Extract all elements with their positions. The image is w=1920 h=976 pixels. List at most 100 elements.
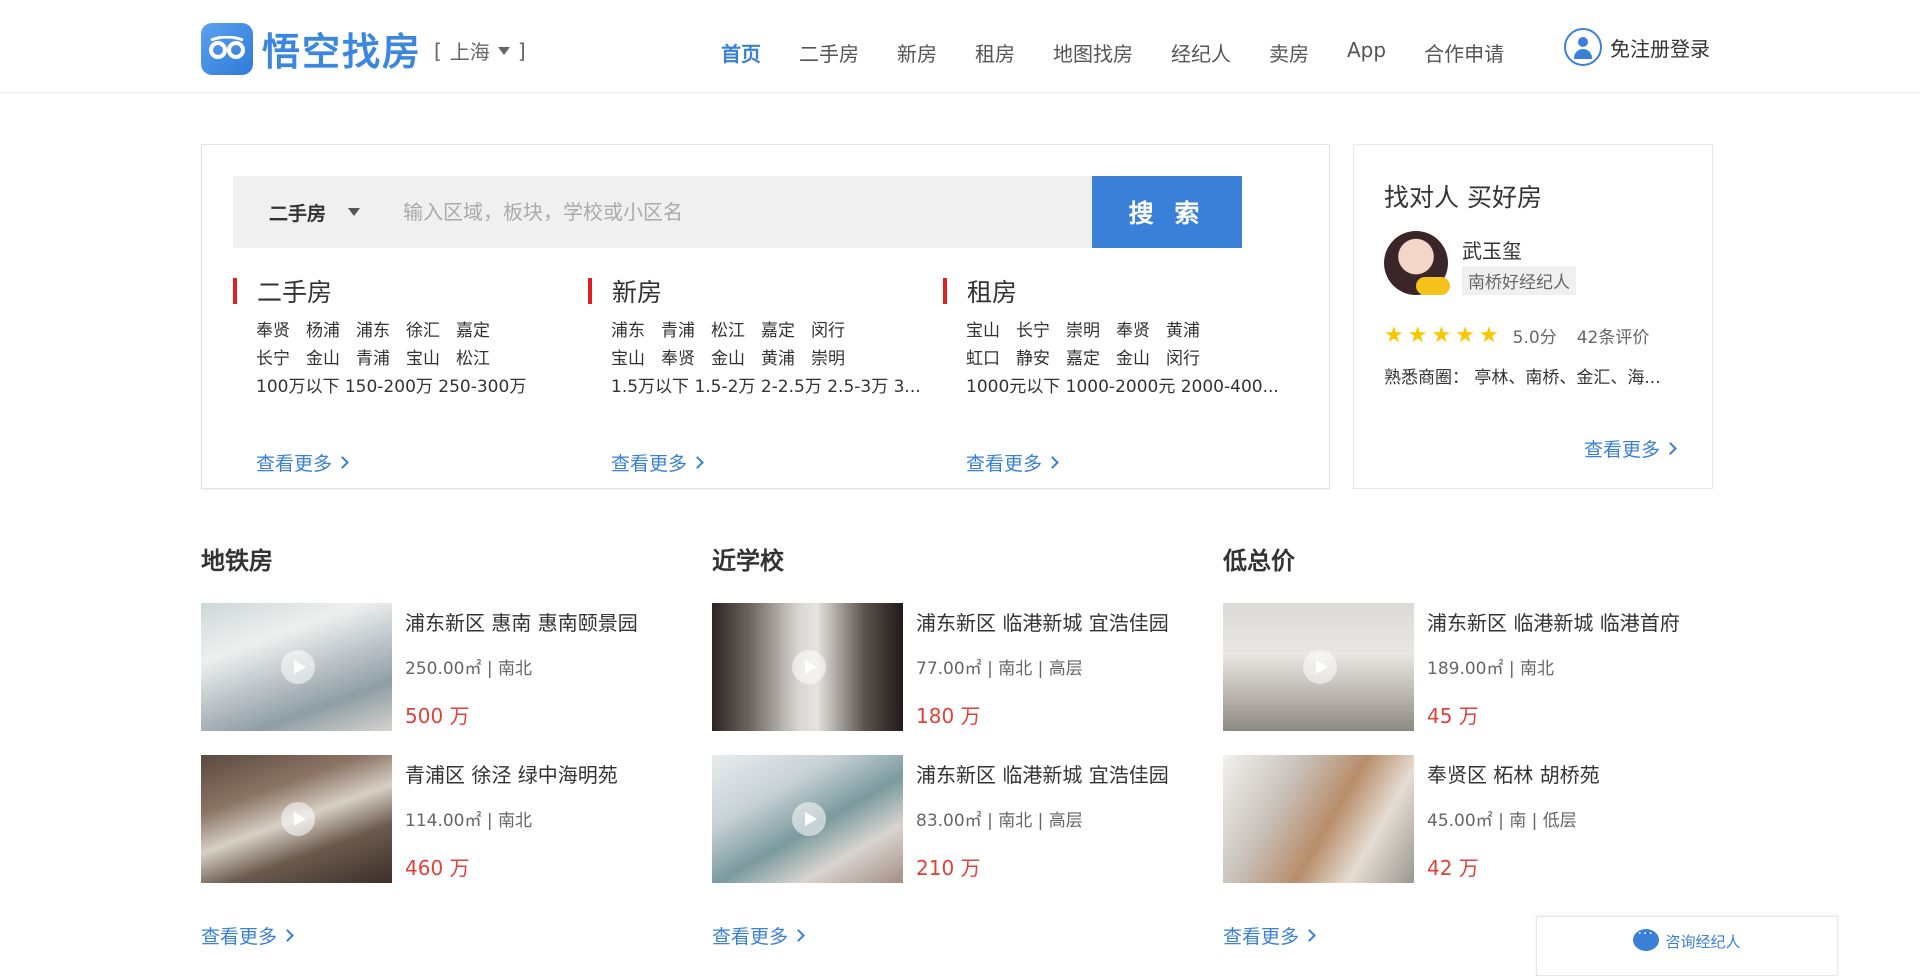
star-icon: ★ xyxy=(1407,322,1428,348)
more-label: 查看更多 xyxy=(1223,926,1300,948)
district-link[interactable]: 静安 xyxy=(1016,349,1050,369)
listing-card[interactable]: 青浦区 徐泾 绿中海明苑 114.00㎡ | 南北 460 万 xyxy=(201,755,681,883)
play-icon[interactable] xyxy=(792,650,826,684)
consult-agent-button[interactable]: 咨询经纪人 xyxy=(1536,916,1838,976)
nav-rent[interactable]: 租房 xyxy=(975,38,1015,67)
listing-title[interactable]: 奉贤区 柘林 胡桥苑 xyxy=(1427,759,1600,788)
listing-photo[interactable] xyxy=(712,603,903,731)
district-link[interactable]: 松江 xyxy=(456,349,490,369)
district-link[interactable]: 金山 xyxy=(306,349,340,369)
listing-card[interactable]: 浦东新区 临港新城 宜浩佳园 77.00㎡ | 南北 | 高层 180 万 xyxy=(712,603,1192,731)
listing-title[interactable]: 浦东新区 惠南 惠南颐景园 xyxy=(405,607,638,636)
district-link[interactable]: 奉贤 xyxy=(256,321,290,341)
site-logo[interactable]: 悟空找房 xyxy=(201,21,422,76)
listing-title[interactable]: 浦东新区 临港新城 宜浩佳园 xyxy=(916,759,1169,788)
district-link[interactable]: 崇明 xyxy=(811,349,845,369)
more-link[interactable]: 查看更多 xyxy=(1223,922,1316,949)
play-icon[interactable] xyxy=(281,802,315,836)
user-icon xyxy=(1564,28,1602,66)
nav-map-search[interactable]: 地图找房 xyxy=(1053,38,1133,67)
search-type-dropdown[interactable]: 二手房 xyxy=(233,176,373,248)
listing-price: 500 万 xyxy=(405,704,470,728)
district-link[interactable]: 宝山 xyxy=(406,349,440,369)
price-range-links[interactable]: 1000元以下 1000-2000元 2000-400... xyxy=(966,373,1296,401)
district-link[interactable]: 嘉定 xyxy=(1066,349,1100,369)
district-link[interactable]: 长宁 xyxy=(256,349,290,369)
district-link[interactable]: 崇明 xyxy=(1066,321,1100,341)
district-link[interactable]: 杨浦 xyxy=(306,321,340,341)
district-link[interactable]: 青浦 xyxy=(356,349,390,369)
nav-partnership[interactable]: 合作申请 xyxy=(1424,38,1504,67)
listing-card[interactable]: 奉贤区 柘林 胡桥苑 45.00㎡ | 南 | 低层 42 万 xyxy=(1223,755,1703,883)
listing-photo[interactable] xyxy=(201,603,392,731)
district-link[interactable]: 闵行 xyxy=(811,321,845,341)
nav-second-hand[interactable]: 二手房 xyxy=(799,38,859,67)
district-link[interactable]: 宝山 xyxy=(611,349,645,369)
district-link[interactable]: 奉贤 xyxy=(661,349,695,369)
listing-title[interactable]: 浦东新区 临港新城 临港首府 xyxy=(1427,607,1680,636)
listing-title[interactable]: 浦东新区 临港新城 宜浩佳园 xyxy=(916,607,1169,636)
play-icon[interactable] xyxy=(281,650,315,684)
category-title-link[interactable]: 二手房 xyxy=(257,273,332,309)
listing-photo[interactable] xyxy=(712,755,903,883)
nav-new-homes[interactable]: 新房 xyxy=(897,38,937,67)
more-link[interactable]: 查看更多 xyxy=(712,922,805,949)
category-marker xyxy=(588,278,592,304)
district-link[interactable]: 嘉定 xyxy=(456,321,490,341)
search-bar: 二手房 搜 索 xyxy=(233,176,1242,248)
star-icon: ★ xyxy=(1478,322,1499,348)
more-link[interactable]: 查看更多 xyxy=(201,922,294,949)
play-icon[interactable] xyxy=(1303,650,1337,684)
district-link[interactable]: 宝山 xyxy=(966,321,1000,341)
district-link[interactable]: 虹口 xyxy=(966,349,1000,369)
agent-reviews[interactable]: 42条评价 xyxy=(1577,323,1650,348)
district-link[interactable]: 长宁 xyxy=(1016,321,1050,341)
category-title-link[interactable]: 租房 xyxy=(967,273,1017,309)
listing-photo[interactable] xyxy=(201,755,392,883)
search-input[interactable] xyxy=(373,176,1092,248)
listing-card[interactable]: 浦东新区 临港新城 临港首府 189.00㎡ | 南北 45 万 xyxy=(1223,603,1703,731)
price-range-links[interactable]: 100万以下 150-200万 250-300万 xyxy=(256,373,586,401)
more-link[interactable]: 查看更多 xyxy=(256,449,349,476)
category-links: 奉贤 杨浦 浦东 徐汇 嘉定 长宁 金山 青浦 宝山 松江 100万以下 150-200万 25… xyxy=(256,317,583,401)
district-link[interactable]: 奉贤 xyxy=(1116,321,1150,341)
search-button[interactable]: 搜 索 xyxy=(1092,176,1242,248)
agent-name[interactable]: 武玉玺 xyxy=(1462,235,1522,264)
district-link[interactable]: 松江 xyxy=(711,321,745,341)
listing-card[interactable]: 浦东新区 临港新城 宜浩佳园 83.00㎡ | 南北 | 高层 210 万 xyxy=(712,755,1192,883)
agent-more-link[interactable]: 查看更多 xyxy=(1584,435,1677,462)
district-link[interactable]: 黄浦 xyxy=(761,349,795,369)
caret-down-icon xyxy=(497,46,510,55)
listing-price: 460 万 xyxy=(405,856,470,880)
more-link[interactable]: 查看更多 xyxy=(966,449,1059,476)
nav-agents[interactable]: 经纪人 xyxy=(1171,38,1231,67)
district-link[interactable]: 金山 xyxy=(1116,349,1150,369)
category-second-hand: 二手房 奉贤 杨浦 浦东 徐汇 嘉定 长宁 金山 青浦 宝山 松江 100万以下 150-200… xyxy=(233,273,583,475)
category-title-link[interactable]: 新房 xyxy=(612,273,662,309)
login-button[interactable]: 免注册登录 xyxy=(1564,28,1710,66)
nav-app[interactable]: App xyxy=(1347,38,1386,67)
city-selector[interactable]: [ 上海 ] xyxy=(434,36,526,65)
listing-card[interactable]: 浦东新区 惠南 惠南颐景园 250.00㎡ | 南北 500 万 xyxy=(201,603,681,731)
site-header: 悟空找房 [ 上海 ] 首页 二手房 新房 租房 地图找房 经纪人 卖房 App… xyxy=(0,0,1920,93)
district-link[interactable]: 浦东 xyxy=(356,321,390,341)
more-link[interactable]: 查看更多 xyxy=(611,449,704,476)
district-link[interactable]: 徐汇 xyxy=(406,321,440,341)
listing-title[interactable]: 青浦区 徐泾 绿中海明苑 xyxy=(405,759,618,788)
district-link[interactable]: 浦东 xyxy=(611,321,645,341)
listing-photo[interactable] xyxy=(1223,603,1414,731)
agent-card-heading: 找对人 买好房 xyxy=(1384,183,1542,212)
listing-photo[interactable] xyxy=(1223,755,1414,883)
play-icon[interactable] xyxy=(792,802,826,836)
district-link[interactable]: 青浦 xyxy=(661,321,695,341)
section-near-school: 近学校 浦东新区 临港新城 宜浩佳园 77.00㎡ | 南北 | 高层 180 … xyxy=(712,541,1192,948)
district-link[interactable]: 闵行 xyxy=(1166,349,1200,369)
search-panel: 二手房 搜 索 二手房 奉贤杨浦浦东徐汇嘉定 长宁金山青浦宝山松江 100万以下… xyxy=(201,144,1330,489)
main-nav: 首页 二手房 新房 租房 地图找房 经纪人 卖房 App 合作申请 xyxy=(721,38,1542,67)
price-range-links[interactable]: 1.5万以下 1.5-2万 2-2.5万 2.5-3万 3... xyxy=(611,373,941,401)
district-link[interactable]: 黄浦 xyxy=(1166,321,1200,341)
nav-home[interactable]: 首页 xyxy=(721,38,761,67)
district-link[interactable]: 金山 xyxy=(711,349,745,369)
nav-sell[interactable]: 卖房 xyxy=(1269,38,1309,67)
district-link[interactable]: 嘉定 xyxy=(761,321,795,341)
